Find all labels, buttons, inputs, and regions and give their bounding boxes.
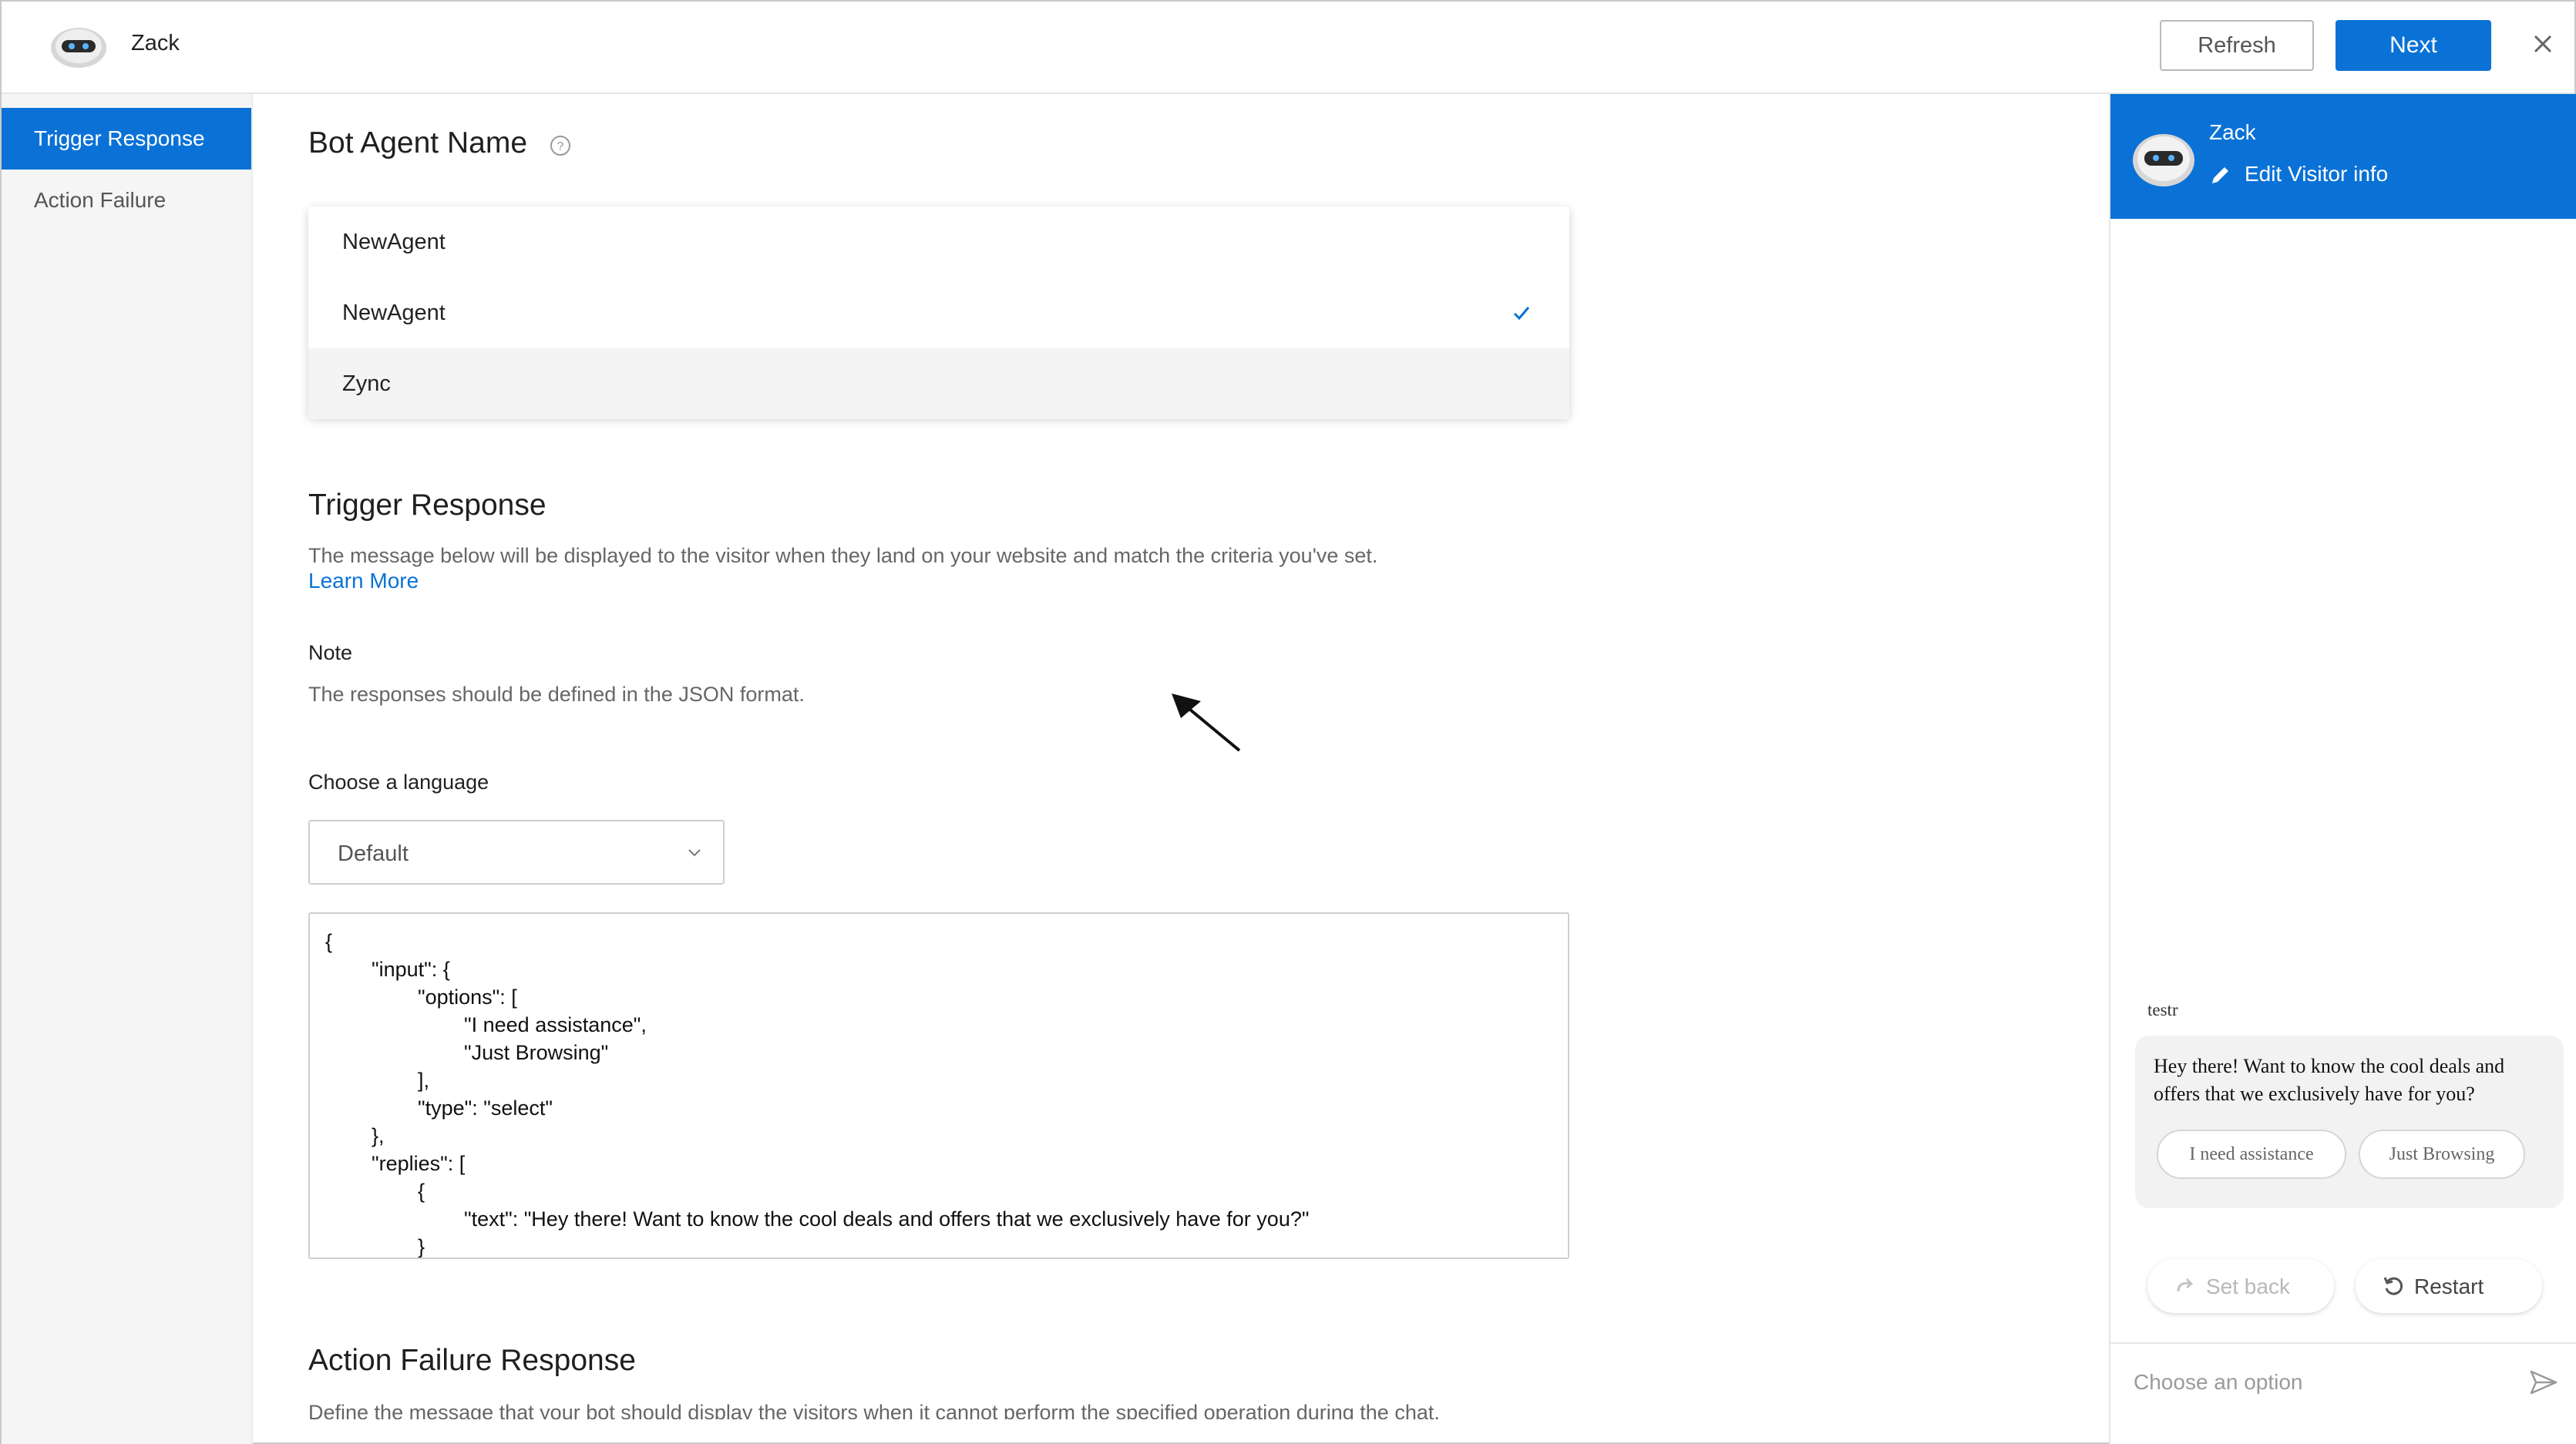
send-icon[interactable] bbox=[2528, 1367, 2559, 1398]
help-circle-icon[interactable]: ? bbox=[549, 134, 572, 157]
language-select[interactable]: Default bbox=[308, 820, 725, 885]
bot-avatar-icon bbox=[51, 28, 106, 68]
app-window: Zack Refresh Next Trigger Response Actio… bbox=[0, 0, 2576, 1444]
learn-more-link[interactable]: Learn More bbox=[308, 569, 419, 593]
language-label: Choose a language bbox=[308, 771, 489, 794]
chat-input-bar bbox=[2110, 1342, 2576, 1444]
close-icon[interactable] bbox=[2525, 26, 2561, 62]
chevron-down-icon bbox=[688, 849, 701, 857]
chat-message-text: Hey there! Want to know the cool deals a… bbox=[2154, 1055, 2505, 1105]
pencil-icon bbox=[2212, 167, 2228, 183]
svg-text:?: ? bbox=[557, 140, 564, 153]
restart-button[interactable]: Restart bbox=[2356, 1259, 2542, 1313]
chat-message-bubble: Hey there! Want to know the cool deals a… bbox=[2135, 1036, 2564, 1208]
chat-preview-panel: Zack Edit Visitor info testr Hey there! … bbox=[2109, 94, 2576, 1444]
note-text: The responses should be defined in the J… bbox=[308, 683, 805, 706]
chat-bot-name: Zack bbox=[2209, 120, 2256, 144]
refresh-button[interactable]: Refresh bbox=[2160, 20, 2314, 71]
json-editor[interactable]: { "input": { "options": [ "I need assist… bbox=[308, 912, 1569, 1259]
action-failure-description: Define the message that your bot should … bbox=[308, 1401, 1440, 1419]
restart-icon bbox=[2383, 1277, 2403, 1295]
redo-icon bbox=[2177, 1278, 2194, 1292]
agent-option[interactable]: NewAgent bbox=[308, 207, 1569, 277]
main-content: Bot Agent Name ? NewAgent NewAgent Zync … bbox=[253, 94, 2109, 1419]
agent-option-label: NewAgent bbox=[342, 301, 446, 325]
edit-visitor-info-label: Edit Visitor info bbox=[2245, 162, 2389, 186]
message-sender: testr bbox=[2147, 1000, 2178, 1019]
note-label: Note bbox=[308, 641, 353, 664]
set-back-label: Set back bbox=[2206, 1274, 2290, 1298]
bot-name: Zack bbox=[131, 31, 180, 55]
top-bar: Zack Refresh Next bbox=[2, 2, 2574, 94]
json-code: { "input": { "options": [ "I need assist… bbox=[325, 930, 1310, 1258]
bot-avatar-icon bbox=[2133, 134, 2194, 186]
cursor-arrow-icon bbox=[1172, 693, 1241, 752]
restart-label: Restart bbox=[2414, 1274, 2484, 1298]
option-chip-need-assistance[interactable]: I need assistance bbox=[2157, 1130, 2346, 1179]
option-chip-just-browsing[interactable]: Just Browsing bbox=[2359, 1130, 2525, 1179]
action-failure-title: Action Failure Response bbox=[308, 1344, 636, 1377]
language-select-value: Default bbox=[338, 841, 409, 866]
check-icon bbox=[1513, 307, 1530, 321]
chat-input[interactable] bbox=[2134, 1367, 2519, 1398]
next-button[interactable]: Next bbox=[2336, 20, 2491, 71]
sidebar-item-action-failure[interactable]: Action Failure bbox=[2, 170, 251, 231]
agent-dropdown-menu: NewAgent NewAgent Zync bbox=[308, 207, 1569, 419]
trigger-description: The message below will be displayed to t… bbox=[308, 544, 1378, 567]
set-back-button[interactable]: Set back bbox=[2147, 1259, 2334, 1313]
sidebar: Trigger Response Action Failure bbox=[2, 94, 253, 1444]
agent-option[interactable]: Zync bbox=[308, 348, 1569, 419]
bot-agent-name-title: Bot Agent Name bbox=[308, 126, 528, 160]
chat-header: Zack Edit Visitor info bbox=[2110, 94, 2576, 219]
trigger-response-title: Trigger Response bbox=[308, 489, 546, 522]
agent-option-selected[interactable]: NewAgent bbox=[308, 277, 1569, 348]
sidebar-item-trigger-response[interactable]: Trigger Response bbox=[2, 108, 251, 170]
